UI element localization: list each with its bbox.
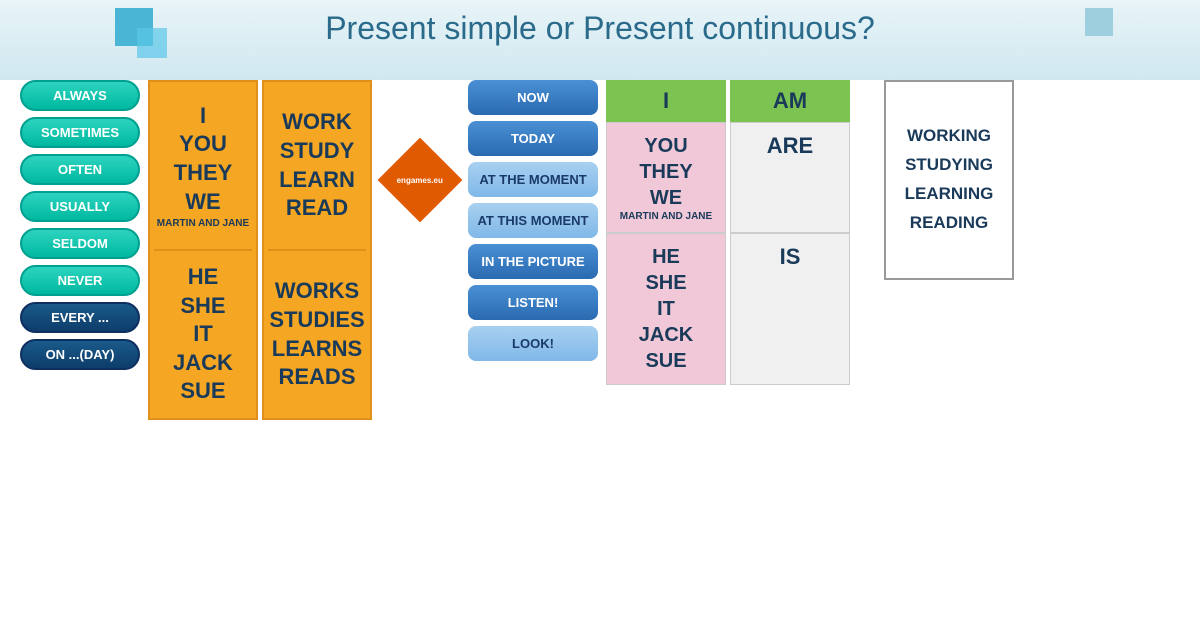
- verb-are: ARE: [739, 133, 841, 159]
- grammar-are: ARE: [730, 122, 850, 233]
- adverb-usually[interactable]: USUALLY: [20, 191, 140, 222]
- conjugated-verbs: WORKSSTUDIESLEARNSREADS: [269, 277, 364, 391]
- adverb-sometimes[interactable]: SOMETIMES: [20, 117, 140, 148]
- grammar-pronouns-you-they-we: YOUTHEYWE MARTIN AND JANE: [606, 122, 726, 233]
- header: Present simple or Present continuous?: [0, 0, 1200, 55]
- adverb-never[interactable]: NEVER: [20, 265, 140, 296]
- btn-listen[interactable]: LISTEN!: [468, 285, 598, 320]
- grammar-is: IS: [730, 233, 850, 385]
- verb-is: IS: [739, 244, 841, 270]
- working-box: WORKINGSTUDYINGLEARNINGREADING: [884, 80, 1014, 280]
- pronouns-bottom: HESHEITJACKSUE: [154, 259, 252, 410]
- grammar-pronouns-he-she-it: HESHEITJACKSUE: [606, 233, 726, 385]
- btn-in-the-picture[interactable]: IN THE PICTURE: [468, 244, 598, 279]
- btn-today[interactable]: TODAY: [468, 121, 598, 156]
- pronoun-i-you-they-we: IYOUTHEYWE: [174, 102, 233, 216]
- grammar-header-i: I: [606, 80, 726, 122]
- btn-look[interactable]: LOOK!: [468, 326, 598, 361]
- adverbs-column: ALWAYS SOMETIMES OFTEN USUALLY SELDOM NE…: [20, 80, 140, 370]
- verbs-top: WORKSTUDYLEARNREAD: [268, 90, 366, 251]
- btn-at-the-moment[interactable]: AT THE MOMENT: [468, 162, 598, 197]
- btn-now[interactable]: NOW: [468, 80, 598, 115]
- verbs-box: WORKSTUDYLEARNREAD WORKSSTUDIESLEARNSREA…: [262, 80, 372, 420]
- adverb-seldom[interactable]: SELDOM: [20, 228, 140, 259]
- diamond-shape: engames.eu: [378, 138, 463, 223]
- main-content: ALWAYS SOMETIMES OFTEN USUALLY SELDOM NE…: [0, 60, 1200, 420]
- base-verbs: WORKSTUDYLEARNREAD: [279, 108, 355, 222]
- grammar-sub-martin: MARTIN AND JANE: [615, 211, 717, 222]
- diamond-text: engames.eu: [397, 176, 443, 185]
- adverb-on-day[interactable]: ON ...(DAY): [20, 339, 140, 370]
- adverb-often[interactable]: OFTEN: [20, 154, 140, 185]
- grammar-table: I AM YOUTHEYWE MARTIN AND JANE ARE HESHE…: [606, 80, 876, 385]
- pronouns-sub: MARTIN AND JANE: [157, 218, 249, 229]
- grammar-header-row: I AM: [606, 80, 876, 122]
- verbs-bottom: WORKSSTUDIESLEARNSREADS: [268, 259, 366, 410]
- grammar-row-2: HESHEITJACKSUE IS: [606, 233, 876, 385]
- orange-boxes: IYOUTHEYWE MARTIN AND JANE HESHEITJACKSU…: [148, 80, 372, 420]
- page-title: Present simple or Present continuous?: [325, 10, 875, 47]
- grammar-header-am: AM: [730, 80, 850, 122]
- diamond-container: engames.eu: [380, 150, 460, 210]
- adverb-always[interactable]: ALWAYS: [20, 80, 140, 111]
- pronouns-top: IYOUTHEYWE MARTIN AND JANE: [154, 90, 252, 251]
- pronoun-you-they-we: YOUTHEYWE: [615, 133, 717, 211]
- working-verbs: WORKINGSTUDYINGLEARNINGREADING: [905, 122, 994, 238]
- pronoun-he-she-it-jack-sue: HESHEITJACKSUE: [615, 244, 717, 374]
- grammar-row-1: YOUTHEYWE MARTIN AND JANE ARE: [606, 122, 876, 233]
- pronoun-he-she-it: HESHEITJACKSUE: [173, 263, 233, 406]
- pronouns-box: IYOUTHEYWE MARTIN AND JANE HESHEITJACKSU…: [148, 80, 258, 420]
- adverb-every[interactable]: EVERY ...: [20, 302, 140, 333]
- center-buttons: NOW TODAY AT THE MOMENT AT THIS MOMENT I…: [468, 80, 598, 361]
- btn-at-this-moment[interactable]: AT THIS MOMENT: [468, 203, 598, 238]
